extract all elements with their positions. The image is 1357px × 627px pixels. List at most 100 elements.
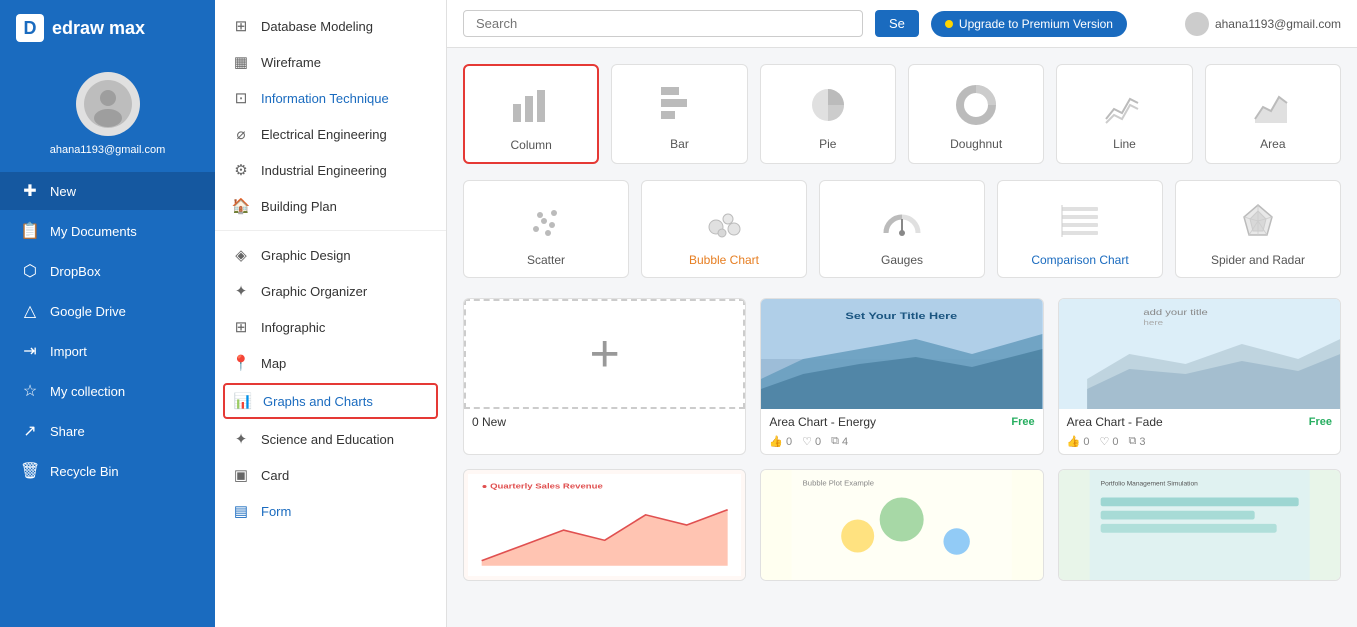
quarterly-thumb: ● Quarterly Sales Revenue [464, 470, 745, 580]
area-energy-likes: 👍 0 [769, 435, 792, 448]
area-energy-hearts: ♡ 0 [802, 435, 821, 448]
template-area-fade[interactable]: add your title here Area Chart - Fade Fr… [1058, 298, 1341, 455]
app-name: edraw max [52, 18, 145, 39]
electrical-icon: ⌀ [231, 125, 251, 143]
sidebar-item-dropbox[interactable]: ⬡ DropBox [0, 252, 215, 290]
scatter-chart-icon [522, 197, 570, 245]
area-fade-copies: ⧉ 3 [1128, 435, 1145, 448]
chart-type-spider[interactable]: Spider and Radar [1175, 180, 1341, 278]
chart-type-bubble[interactable]: Bubble Chart [641, 180, 807, 278]
middle-item-database-modeling[interactable]: ⊞ Database Modeling [215, 8, 446, 44]
middle-label-building: Building Plan [261, 199, 337, 214]
chart-type-bar[interactable]: Bar [611, 64, 747, 164]
middle-item-graphs-and-charts[interactable]: 📊 Graphs and Charts [223, 383, 438, 419]
chart-type-line[interactable]: Line [1056, 64, 1192, 164]
area-fade-name: Area Chart - Fade [1067, 415, 1309, 429]
area-fade-stats: 👍 0 ♡ 0 ⧉ 3 [1059, 435, 1340, 454]
chart-type-column[interactable]: Column [463, 64, 599, 164]
line-chart-icon [1100, 81, 1148, 129]
search-input[interactable] [463, 10, 863, 37]
middle-item-building-plan[interactable]: 🏠 Building Plan [215, 188, 446, 224]
industrial-icon: ⚙ [231, 161, 251, 179]
middle-item-science-education[interactable]: ✦ Science and Education [215, 421, 446, 457]
middle-item-industrial-engineering[interactable]: ⚙ Industrial Engineering [215, 152, 446, 188]
chart-type-pie[interactable]: Pie [760, 64, 896, 164]
gauges-chart-icon [878, 197, 926, 245]
logo-icon: D [16, 14, 44, 42]
svg-text:Bubble Plot Example: Bubble Plot Example [803, 478, 874, 487]
middle-item-card[interactable]: ▣ Card [215, 457, 446, 493]
middle-item-map[interactable]: 📍 Map [215, 345, 446, 381]
sidebar-item-recycle-bin[interactable]: 🗑 Recycle Bin [0, 452, 215, 490]
template-new-blank[interactable]: + 0 New [463, 298, 746, 455]
building-icon: 🏠 [231, 197, 251, 215]
area-fade-thumb: add your title here [1059, 299, 1340, 409]
chart-type-comparison[interactable]: Comparison Chart [997, 180, 1163, 278]
middle-item-graphic-design[interactable]: ◈ Graphic Design [215, 237, 446, 273]
sidebar-item-new[interactable]: ✚ New [0, 172, 215, 210]
middle-item-wireframe[interactable]: ▦ Wireframe [215, 44, 446, 80]
upgrade-button[interactable]: Upgrade to Premium Version [931, 11, 1127, 37]
area-fade-badge: Free [1309, 416, 1332, 428]
bottom-template-grid: ● Quarterly Sales Revenue Bubble Plot Ex… [463, 469, 1341, 581]
middle-panel: ⊞ Database Modeling ▦ Wireframe ⊡ Inform… [215, 0, 447, 627]
sidebar-label-google-drive: Google Drive [50, 304, 126, 319]
new-blank-thumb: + [464, 299, 745, 409]
area-energy-stats: 👍 0 ♡ 0 ⧉ 4 [761, 435, 1042, 454]
sidebar-item-my-collection[interactable]: ☆ My collection [0, 372, 215, 410]
comparison-label: Comparison Chart [1031, 253, 1128, 267]
chart-type-doughnut[interactable]: Doughnut [908, 64, 1044, 164]
middle-item-graphic-organizer[interactable]: ✦ Graphic Organizer [215, 273, 446, 309]
app-logo[interactable]: D edraw max [0, 0, 215, 56]
doughnut-chart-icon [952, 81, 1000, 129]
template-bubble-plot[interactable]: Bubble Plot Example [760, 469, 1043, 581]
middle-label-info-technique: Information Technique [261, 91, 389, 106]
bar-chart-icon [655, 81, 703, 129]
import-icon: ⇥ [20, 341, 40, 361]
chart-type-area[interactable]: Area [1205, 64, 1341, 164]
middle-label-card: Card [261, 468, 289, 483]
middle-item-form[interactable]: ▤ Form [215, 493, 446, 529]
comparison-chart-icon [1056, 197, 1104, 245]
template-portfolio[interactable]: Portfolio Management Simulation [1058, 469, 1341, 581]
profile-email: ahana1193@gmail.com [50, 144, 166, 156]
sidebar-item-google-drive[interactable]: △ Google Drive [0, 292, 215, 330]
new-icon: ✚ [20, 181, 40, 201]
chart-type-gauges[interactable]: Gauges [819, 180, 985, 278]
share-icon: ↗ [20, 421, 40, 441]
middle-label-database: Database Modeling [261, 19, 373, 34]
area-fade-stats-row: 👍 0 ♡ 0 ⧉ 3 [1067, 435, 1146, 448]
area-fade-likes: 👍 0 [1067, 435, 1090, 448]
graphic-design-icon: ◈ [231, 246, 251, 264]
template-area-energy[interactable]: Set Your Title Here Area Chart - Energy … [760, 298, 1043, 455]
middle-item-electrical-engineering[interactable]: ⌀ Electrical Engineering [215, 116, 446, 152]
content-area: Column Bar [447, 48, 1357, 627]
chart-type-scatter[interactable]: Scatter [463, 180, 629, 278]
upgrade-dot [945, 20, 953, 28]
area-label: Area [1260, 137, 1285, 151]
doughnut-label: Doughnut [950, 137, 1002, 151]
sidebar-label-my-documents: My Documents [50, 224, 137, 239]
sidebar-item-import[interactable]: ⇥ Import [0, 332, 215, 370]
sidebar-item-share[interactable]: ↗ Share [0, 412, 215, 450]
sidebar: D edraw max ahana1193@gmail.com ✚ New 📋 … [0, 0, 215, 627]
graphs-icon: 📊 [233, 392, 253, 410]
area-energy-footer: Area Chart - Energy Free [761, 409, 1042, 435]
sidebar-label-new: New [50, 184, 76, 199]
line-label: Line [1113, 137, 1136, 151]
middle-label-science: Science and Education [261, 432, 394, 447]
middle-label-form: Form [261, 504, 291, 519]
area-fade-footer: Area Chart - Fade Free [1059, 409, 1340, 435]
middle-item-information-technique[interactable]: ⊡ Information Technique [215, 80, 446, 116]
search-button[interactable]: Se [875, 10, 919, 37]
bubble-label: Bubble Chart [689, 253, 759, 267]
sidebar-label-share: Share [50, 424, 85, 439]
svg-text:Portfolio Management Simulatio: Portfolio Management Simulation [1100, 480, 1197, 487]
template-quarterly-sales[interactable]: ● Quarterly Sales Revenue [463, 469, 746, 581]
template-grid: + 0 New Set Your Title Here [463, 298, 1341, 455]
sidebar-label-recycle-bin: Recycle Bin [50, 464, 119, 479]
database-icon: ⊞ [231, 17, 251, 35]
sidebar-item-my-documents[interactable]: 📋 My Documents [0, 212, 215, 250]
middle-item-infographic[interactable]: ⊞ Infographic [215, 309, 446, 345]
topbar: Se Upgrade to Premium Version ahana1193@… [447, 0, 1357, 48]
